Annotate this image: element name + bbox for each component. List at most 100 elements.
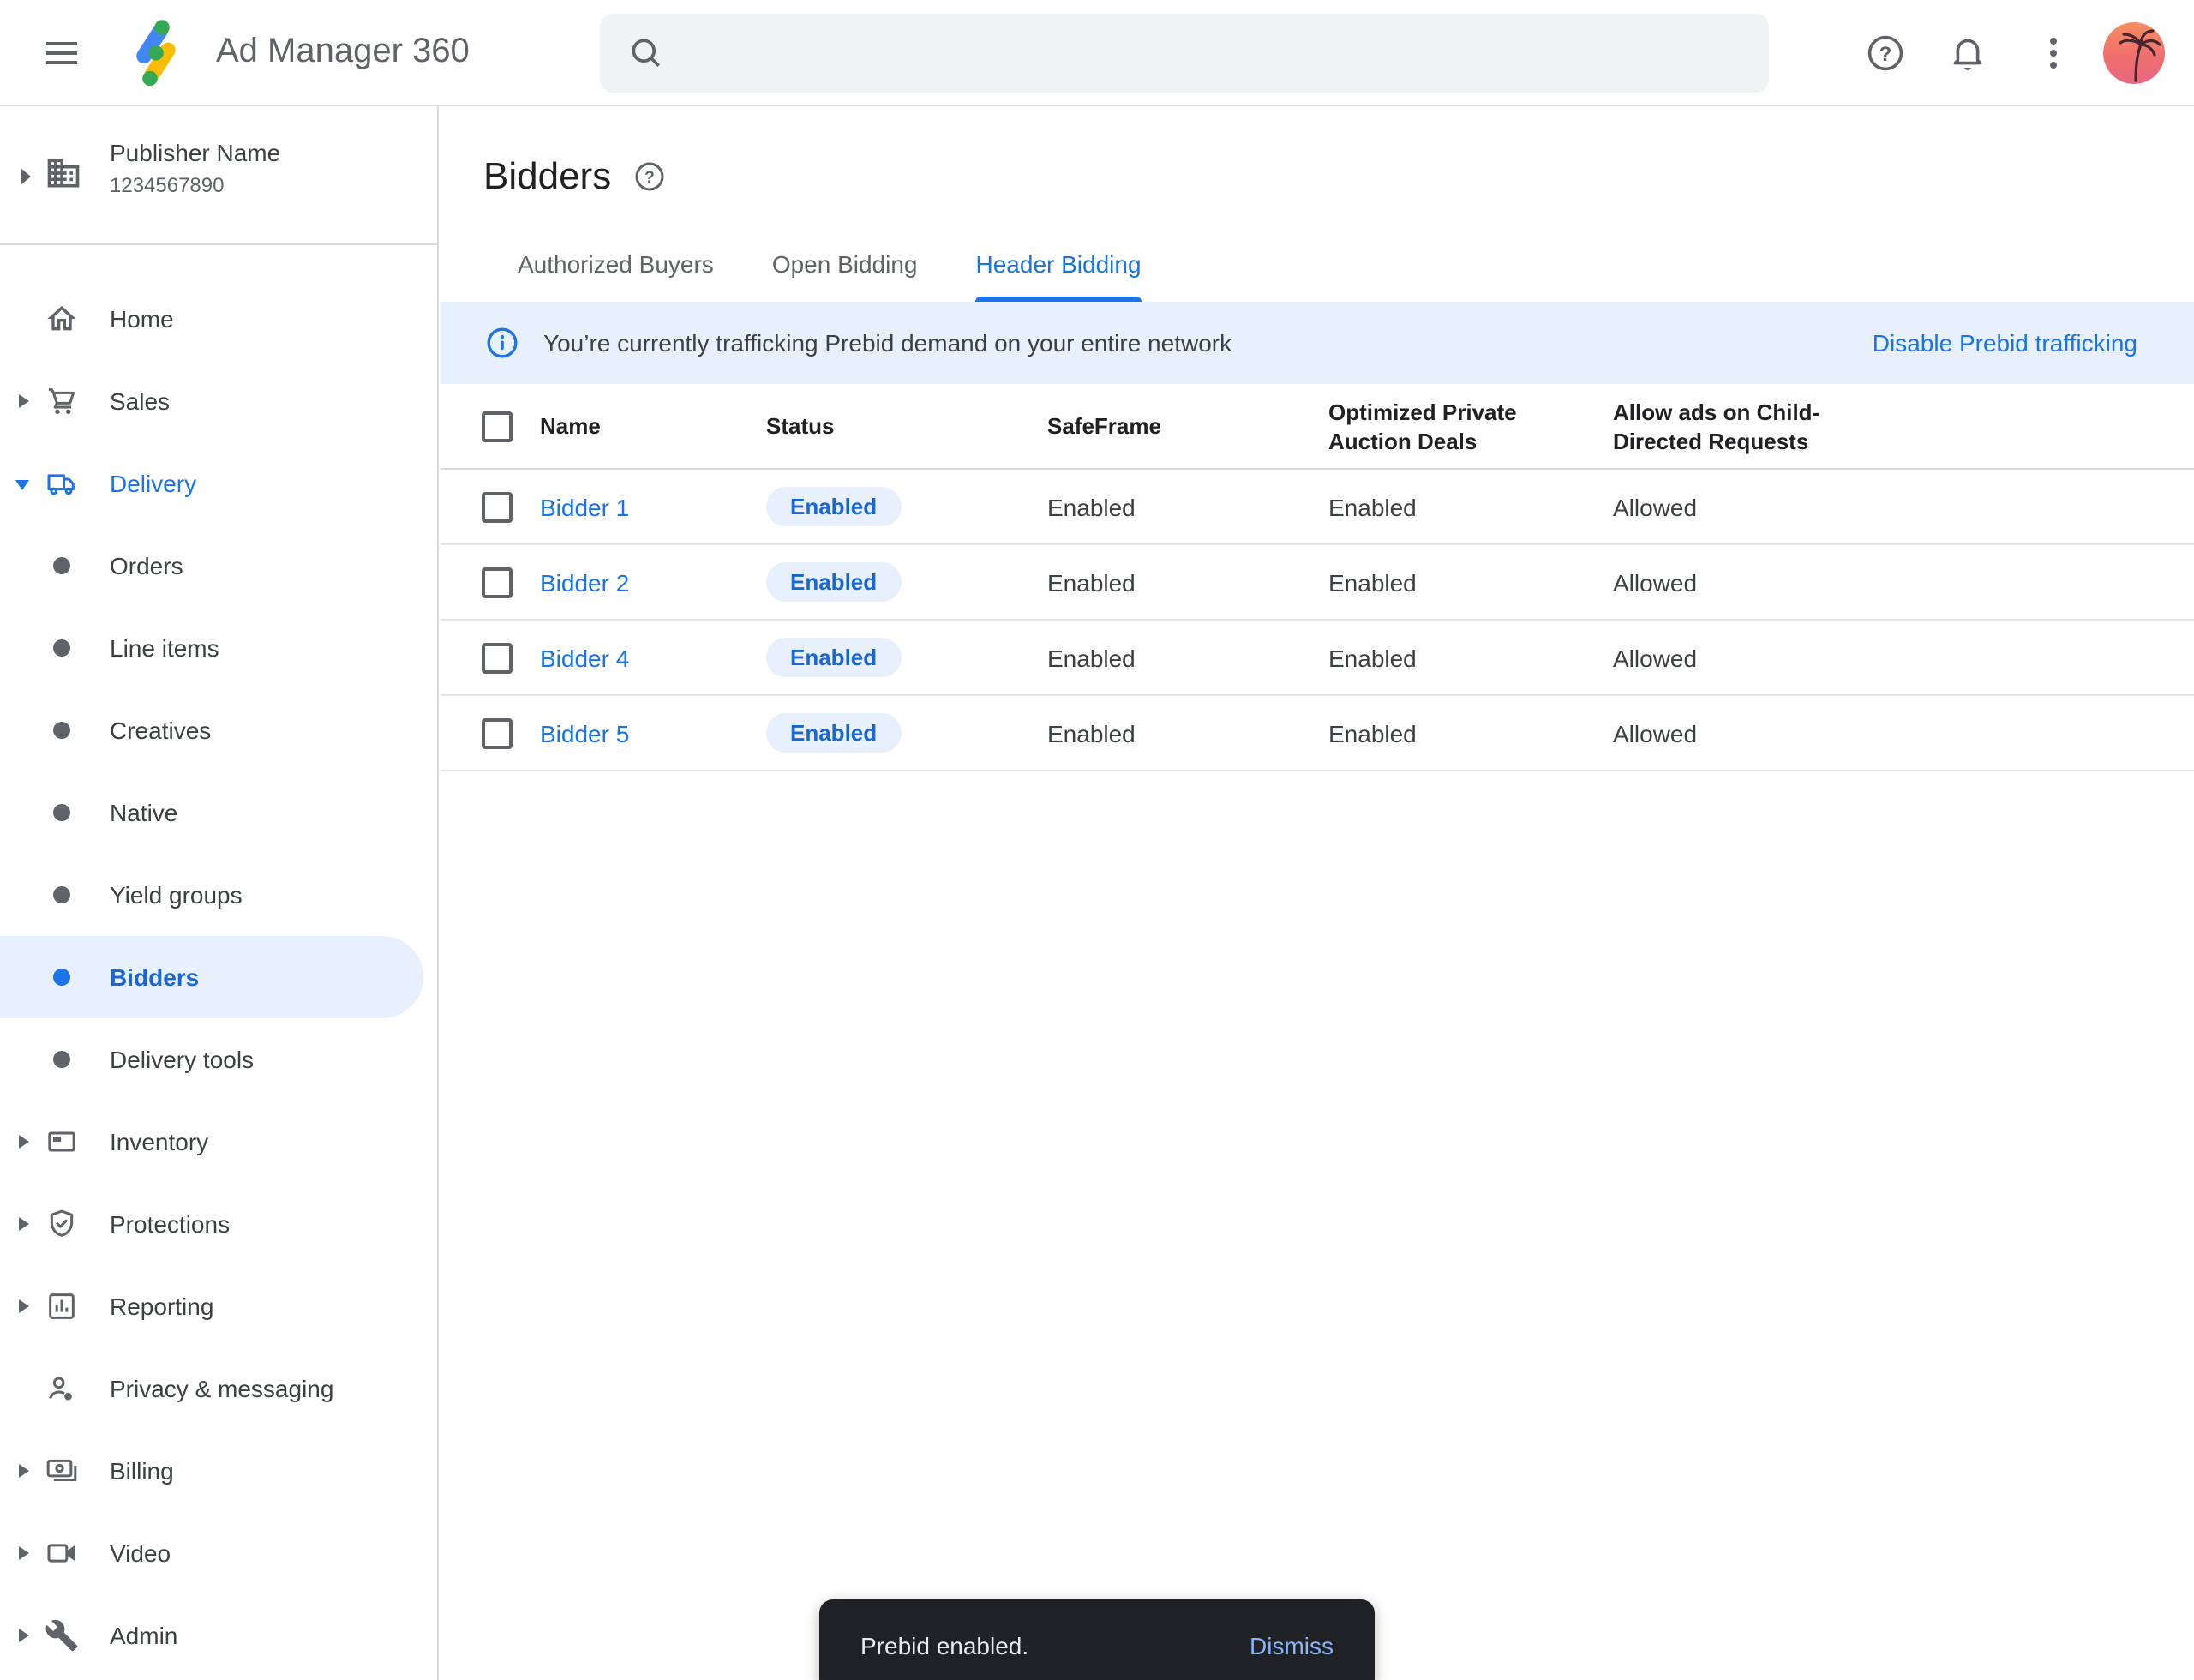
table-row: Bidder 5 Enabled Enabled Enabled Allowed — [441, 696, 2194, 771]
ad-unit-icon — [45, 1125, 79, 1159]
child-directed-value: Allowed — [1613, 493, 2153, 520]
ad-manager-app: Ad Manager 360 ? — [0, 0, 2194, 1680]
page-title: Bidders — [483, 154, 611, 199]
title-help-icon[interactable]: ? — [632, 159, 666, 194]
column-header-safeframe: SafeFrame — [1047, 411, 1287, 441]
svg-text:?: ? — [644, 169, 654, 187]
sidebar-item-label: Bidders — [110, 963, 199, 991]
sidebar-item-label: Reporting — [110, 1293, 213, 1320]
table-row: Bidder 4 Enabled Enabled Enabled Allowed — [441, 621, 2194, 696]
bidder-link[interactable]: Bidder 1 — [540, 493, 766, 520]
bidder-link[interactable]: Bidder 5 — [540, 719, 766, 747]
row-checkbox[interactable] — [482, 567, 513, 597]
bidder-link[interactable]: Bidder 4 — [540, 644, 766, 671]
search-icon — [627, 34, 665, 72]
ad-manager-logo[interactable]: Ad Manager 360 — [120, 15, 470, 87]
sidebar-item-inventory[interactable]: Inventory — [0, 1101, 437, 1183]
sidebar-item-label: Home — [110, 305, 174, 333]
dismiss-button[interactable]: Dismiss — [1250, 1632, 1334, 1659]
toast-message: Prebid enabled. — [860, 1632, 1028, 1659]
row-checkbox[interactable] — [482, 491, 513, 522]
sidebar-item-label: Video — [110, 1539, 171, 1567]
sidebar-item-line-items[interactable]: Line items — [0, 607, 437, 689]
tab-open-bidding[interactable]: Open Bidding — [772, 250, 918, 302]
sidebar-item-native[interactable]: Native — [0, 771, 437, 854]
sidebar-item-orders[interactable]: Orders — [0, 525, 437, 607]
safeframe-value: Enabled — [1047, 568, 1328, 596]
sidebar-item-label: Delivery tools — [110, 1046, 254, 1073]
safeframe-value: Enabled — [1047, 644, 1328, 671]
shield-check-icon — [45, 1207, 79, 1241]
user-avatar[interactable] — [2103, 22, 2165, 84]
chevron-right-icon — [19, 1629, 29, 1642]
bullet-icon — [53, 639, 70, 657]
chevron-right-icon — [19, 394, 29, 408]
bidders-table: Name Status SafeFrame Optimized Private … — [441, 384, 2194, 771]
chevron-right-icon — [19, 1217, 29, 1231]
truck-icon — [45, 466, 79, 501]
chevron-right-icon — [19, 1299, 29, 1313]
sidebar-item-home[interactable]: Home — [0, 278, 437, 360]
status-badge: Enabled — [766, 487, 901, 526]
notifications-bell-icon[interactable] — [1947, 33, 1988, 74]
tab-bar: Authorized Buyers Open Bidding Header Bi… — [518, 250, 2194, 302]
person-badge-icon — [45, 1371, 79, 1406]
bullet-icon — [53, 804, 70, 821]
row-checkbox[interactable] — [482, 717, 513, 748]
table-header-row: Name Status SafeFrame Optimized Private … — [441, 384, 2194, 470]
hamburger-menu-icon[interactable] — [41, 33, 82, 74]
global-search-bar[interactable] — [600, 14, 1769, 93]
bullet-icon — [53, 886, 70, 903]
sidebar-item-delivery[interactable]: Delivery — [0, 442, 437, 525]
tab-header-bidding[interactable]: Header Bidding — [976, 250, 1142, 302]
child-directed-value: Allowed — [1613, 719, 2153, 747]
select-all-checkbox[interactable] — [482, 411, 513, 441]
palm-tree-graphic — [2103, 22, 2165, 84]
sidebar-item-label: Orders — [110, 552, 183, 579]
optimized-deals-value: Enabled — [1328, 644, 1613, 671]
sidebar-item-video[interactable]: Video — [0, 1512, 437, 1594]
home-icon — [45, 302, 79, 336]
sidebar-item-label: Sales — [110, 387, 170, 415]
wrench-icon — [45, 1618, 79, 1653]
disable-prebid-trafficking-link[interactable]: Disable Prebid trafficking — [1873, 329, 2137, 357]
main-content: Bidders ? Authorized Buyers Open Bidding… — [441, 106, 2194, 1680]
column-header-optimized-private-auction-deals: Optimized Private Auction Deals — [1328, 397, 1568, 455]
safeframe-value: Enabled — [1047, 719, 1328, 747]
status-badge: Enabled — [766, 638, 901, 677]
bullet-icon — [53, 722, 70, 739]
video-camera-icon — [45, 1536, 79, 1570]
sidebar-item-reporting[interactable]: Reporting — [0, 1265, 437, 1347]
sidebar-item-sales[interactable]: Sales — [0, 360, 437, 442]
banner-message: You’re currently trafficking Prebid dema… — [543, 329, 1232, 357]
sidebar-item-privacy-messaging[interactable]: Privacy & messaging — [0, 1347, 437, 1430]
optimized-deals-value: Enabled — [1328, 719, 1613, 747]
sidebar-item-billing[interactable]: Billing — [0, 1430, 437, 1512]
safeframe-value: Enabled — [1047, 493, 1328, 520]
optimized-deals-value: Enabled — [1328, 568, 1613, 596]
publisher-name: Publisher Name — [110, 139, 280, 166]
table-row: Bidder 2 Enabled Enabled Enabled Allowed — [441, 545, 2194, 621]
chevron-down-icon — [15, 480, 29, 490]
info-icon — [485, 326, 519, 360]
sidebar-item-label: Admin — [110, 1622, 177, 1649]
bullet-icon — [53, 1051, 70, 1068]
sidebar-nav: Publisher Name 1234567890 Home — [0, 106, 439, 1680]
tab-authorized-buyers[interactable]: Authorized Buyers — [518, 250, 714, 302]
sidebar-item-yield-groups[interactable]: Yield groups — [0, 854, 437, 936]
chevron-right-icon — [19, 1546, 29, 1560]
help-icon[interactable]: ? — [1865, 33, 1906, 74]
sidebar-item-creatives[interactable]: Creatives — [0, 689, 437, 771]
publisher-switcher[interactable]: Publisher Name 1234567890 — [0, 106, 437, 245]
more-options-icon[interactable] — [2033, 33, 2074, 74]
sidebar-item-bidders[interactable]: Bidders — [0, 936, 423, 1018]
row-checkbox[interactable] — [482, 642, 513, 673]
cart-icon — [45, 384, 79, 418]
bidder-link[interactable]: Bidder 2 — [540, 568, 766, 596]
optimized-deals-value: Enabled — [1328, 493, 1613, 520]
sidebar-item-protections[interactable]: Protections — [0, 1183, 437, 1265]
sidebar-item-admin[interactable]: Admin — [0, 1594, 437, 1677]
sidebar-item-delivery-tools[interactable]: Delivery tools — [0, 1018, 437, 1101]
search-input[interactable] — [682, 12, 1769, 94]
product-name: Ad Manager 360 — [216, 32, 470, 71]
